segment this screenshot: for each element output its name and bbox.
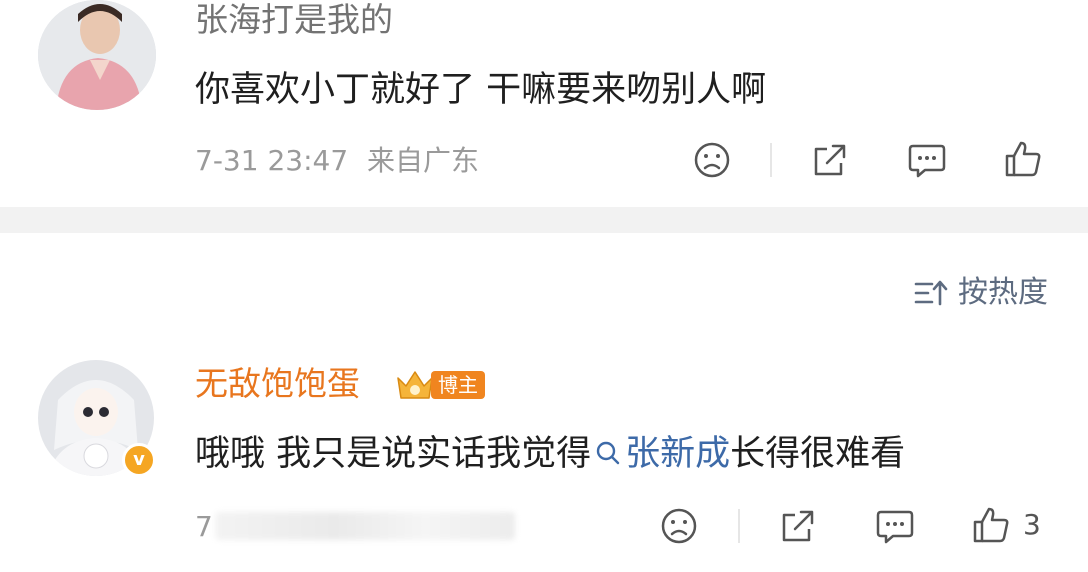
divider [738, 509, 740, 543]
like-count: 3 [1023, 508, 1041, 541]
sad-face-icon [694, 142, 730, 178]
comment-username[interactable]: 无敌饱饱蛋 [195, 364, 360, 404]
share-button[interactable] [779, 507, 817, 545]
sort-icon [914, 280, 948, 306]
comment-text-prefix: 哦哦 我只是说实话我觉得 [195, 434, 592, 474]
section-separator [0, 207, 1088, 233]
like-button[interactable] [1003, 139, 1043, 179]
crown-icon [397, 371, 433, 399]
sort-label: 按热度 [958, 275, 1048, 310]
comment-icon [876, 510, 914, 544]
comment-username[interactable]: 张海打是我的 [195, 0, 393, 40]
dislike-button[interactable] [693, 141, 731, 179]
comment-feed: 张海打是我的 你喜欢小丁就好了 干嘛要来吻别人啊 7-31 23:47 来自广东 [0, 0, 1088, 572]
comment-meta: 7-31 23:47 来自广东 [195, 144, 479, 178]
dislike-button[interactable] [660, 507, 698, 545]
avatar-image [38, 0, 156, 110]
comment-icon [908, 144, 946, 178]
thumbs-up-icon [973, 507, 1009, 543]
sad-face-icon [661, 508, 697, 544]
like-button[interactable]: 3 [971, 505, 1041, 545]
verified-badge: v [122, 443, 156, 477]
share-icon [814, 144, 846, 176]
blogger-badge: 博主 [395, 368, 485, 402]
badge-label: 博主 [431, 371, 485, 399]
topic-link-text: 张新成 [625, 434, 731, 474]
share-icon [782, 510, 814, 542]
search-icon [596, 441, 620, 465]
comment-text: 你喜欢小丁就好了 干嘛要来吻别人啊 [195, 70, 767, 110]
comment-text-suffix: 长得很难看 [730, 434, 906, 474]
comment-timestamp: 7-31 23:47 [195, 144, 349, 177]
comment-text: 哦哦 我只是说实话我觉得 张新成长得很难看 [195, 432, 905, 476]
sort-toggle[interactable]: 按热度 [914, 275, 1048, 311]
avatar[interactable] [38, 0, 156, 110]
blurred-meta [215, 512, 515, 540]
comment-timestamp: 7 [195, 510, 213, 543]
share-button[interactable] [811, 141, 849, 179]
thumbs-up-icon [1005, 141, 1041, 177]
comment-button[interactable] [907, 141, 947, 179]
divider [770, 143, 772, 177]
comment-button[interactable] [875, 507, 915, 545]
topic-link[interactable]: 张新成 [591, 434, 730, 474]
comment-location: 来自广东 [367, 144, 480, 177]
